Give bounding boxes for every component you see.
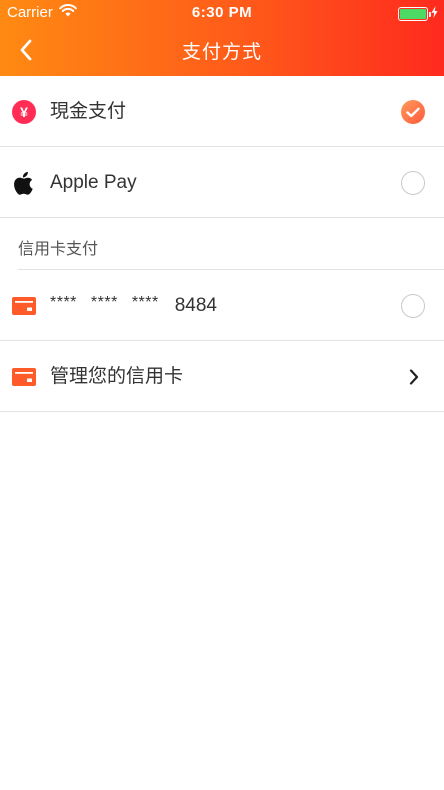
section-title: 信用卡支付 — [18, 241, 99, 258]
card-mask-group-1: **** — [50, 294, 77, 311]
payment-methods-list: ¥ 現金支付 Apple Pay 信用卡支付 **** **** **** 84… — [0, 76, 444, 412]
chevron-left-icon — [20, 39, 32, 61]
navigation-bar: 支付方式 — [0, 24, 444, 76]
credit-card-section-header: 信用卡支付 — [0, 218, 444, 270]
page-title: 支付方式 — [181, 42, 262, 63]
charging-bolt-icon — [431, 5, 438, 22]
payment-option-cash[interactable]: ¥ 現金支付 — [0, 76, 444, 147]
status-time: 6:30 PM — [191, 4, 253, 21]
payment-option-apple-pay[interactable]: Apple Pay — [0, 147, 444, 218]
yen-icon: ¥ — [12, 100, 36, 124]
apple-icon — [12, 171, 36, 195]
status-bar: Carrier 6:30 PM — [0, 0, 444, 24]
apple-pay-label: Apple Pay — [50, 172, 137, 193]
app-header: Carrier 6:30 PM 支付方式 — [0, 0, 444, 76]
apple-pay-radio[interactable] — [401, 171, 425, 195]
credit-card-icon — [12, 365, 36, 389]
chevron-right-icon — [406, 365, 422, 389]
manage-cards-label: 管理您的信用卡 — [50, 366, 184, 387]
battery-fill — [400, 8, 426, 19]
card-mask-group-3: **** — [131, 294, 159, 311]
battery-indicator — [398, 5, 438, 22]
card-number: **** **** **** 8484 — [50, 294, 217, 318]
cash-radio-checked[interactable] — [401, 100, 425, 124]
checkmark-icon — [406, 107, 420, 117]
manage-credit-cards-row[interactable]: 管理您的信用卡 — [0, 341, 444, 412]
battery-icon — [398, 6, 431, 21]
card-mask-group-2: **** — [90, 294, 118, 311]
back-button[interactable] — [8, 32, 44, 68]
credit-card-radio[interactable] — [401, 294, 425, 318]
cash-label: 現金支付 — [50, 101, 127, 122]
credit-card-icon — [12, 294, 36, 318]
payment-option-credit-card[interactable]: **** **** **** 8484 — [0, 270, 444, 341]
card-last-four: 8484 — [174, 295, 217, 316]
